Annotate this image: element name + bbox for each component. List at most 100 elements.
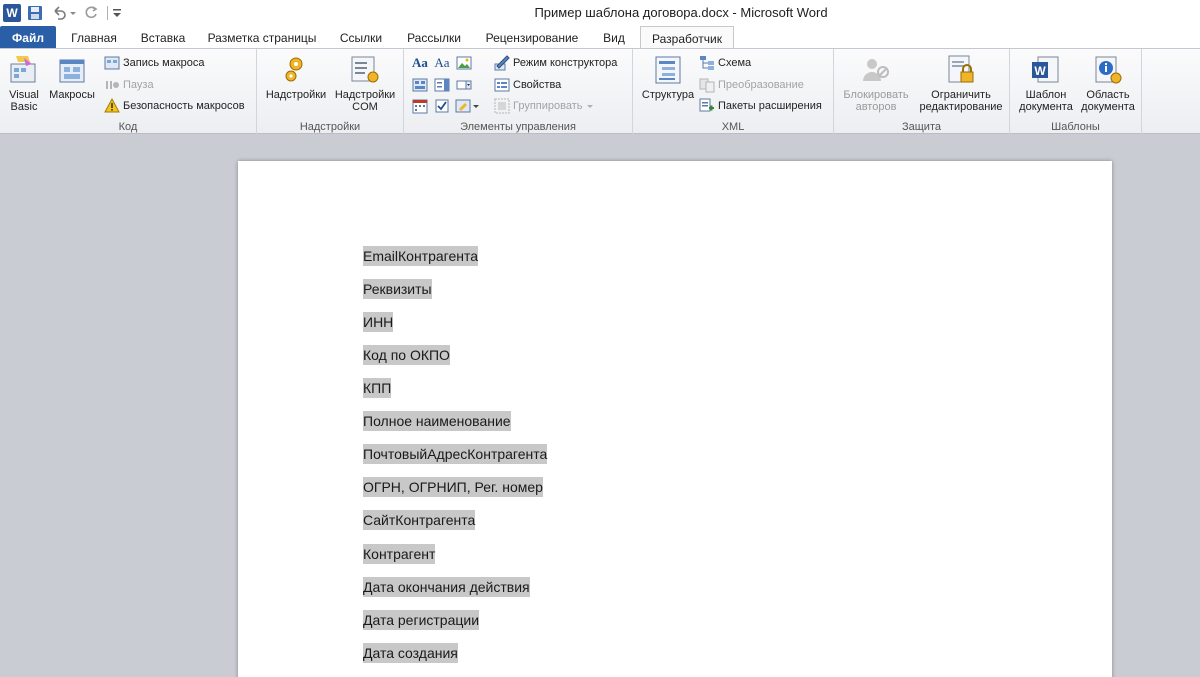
properties-button[interactable]: Свойства xyxy=(494,76,561,94)
group-addins: Надстройки Надстройки COM Надстройки xyxy=(257,49,404,134)
expansion-packs-icon xyxy=(699,98,714,112)
schema-label: Схема xyxy=(718,57,752,69)
macro-security-label: Безопасность макросов xyxy=(123,100,245,112)
group-protect-label: Защита xyxy=(902,121,941,133)
ribbon-tabs: Файл Главная Вставка Разметка страницы С… xyxy=(0,26,1200,50)
pause-icon xyxy=(106,81,119,89)
content-control-field[interactable]: Дата окончания действия xyxy=(363,577,530,597)
tab-view[interactable]: Вид xyxy=(592,26,636,49)
design-mode-label: Режим конструктора xyxy=(513,57,618,69)
restrict-editing-label-1: Ограничить xyxy=(931,89,991,101)
date-picker-control-icon[interactable] xyxy=(411,97,429,115)
group-addins-label: Надстройки xyxy=(299,121,361,133)
content-control-field[interactable]: Дата регистрации xyxy=(363,610,480,630)
macros-label: Макросы xyxy=(49,89,95,101)
block-authors-label-1: Блокировать xyxy=(843,89,909,101)
group-templates: W Шаблон документа Область документа Шаб… xyxy=(1010,49,1142,134)
pause-label: Пауза xyxy=(123,79,154,91)
group-code-label: Код xyxy=(118,121,138,133)
structure-button[interactable]: Структура xyxy=(637,54,699,101)
document-template-label-1: Шаблон xyxy=(1025,89,1067,101)
schema-icon xyxy=(700,56,714,70)
schema-button[interactable]: Схема xyxy=(699,54,751,72)
document-template-button[interactable]: W Шаблон документа xyxy=(1014,54,1078,113)
group-xml: Структура Схема Преобразование Пакеты ра… xyxy=(633,49,834,134)
content-control-field[interactable]: EmailКонтрагента xyxy=(363,246,479,266)
group-templates-label: Шаблоны xyxy=(1051,121,1100,133)
group-protect: Блокировать авторов Ограничить редактиро… xyxy=(834,49,1010,134)
content-control-field[interactable]: ИНН xyxy=(363,312,394,332)
title-bar: W Пример шаблона договора.docx - Microso… xyxy=(0,0,1200,26)
rich-text-control-icon[interactable]: Aa xyxy=(411,54,429,72)
macros-icon xyxy=(59,59,85,83)
com-addins-label-1: Надстройки xyxy=(334,89,396,101)
content-control-field[interactable]: Дата создания xyxy=(363,643,458,663)
content-control-field[interactable]: Реквизиты xyxy=(363,279,432,299)
group-icon xyxy=(494,98,510,114)
document-panel-button[interactable]: Область документа xyxy=(1076,54,1140,113)
document-panel-label-1: Область xyxy=(1086,89,1130,101)
dropdown-list-control-icon[interactable] xyxy=(455,76,473,94)
properties-label: Свойства xyxy=(513,79,562,91)
group-xml-label: XML xyxy=(721,121,745,133)
document-panel-label-2: документа xyxy=(1081,101,1135,113)
lock-document-icon xyxy=(948,55,974,83)
record-macro-icon xyxy=(104,56,120,70)
addins-button[interactable]: Надстройки xyxy=(263,54,329,101)
ribbon: Visual Basic Макросы Запись макроса Пауз… xyxy=(0,48,1200,134)
building-block-control-icon[interactable] xyxy=(411,76,429,94)
tab-review[interactable]: Рецензирование xyxy=(474,26,590,49)
record-macro-button[interactable]: Запись макроса xyxy=(104,54,205,72)
tab-insert[interactable]: Вставка xyxy=(130,26,196,49)
macro-security-button[interactable]: Безопасность макросов xyxy=(104,97,245,115)
restrict-editing-button[interactable]: Ограничить редактирование xyxy=(914,54,1008,113)
tab-page-layout[interactable]: Разметка страницы xyxy=(198,26,326,49)
tab-mailings[interactable]: Рассылки xyxy=(396,26,472,49)
transform-icon xyxy=(699,78,715,93)
macros-button[interactable]: Макросы xyxy=(46,54,98,101)
document-workspace[interactable]: EmailКонтрагента Реквизиты ИНН Код по ОК… xyxy=(0,134,1200,677)
visual-basic-label: Visual Basic xyxy=(9,89,39,113)
group-label: Группировать xyxy=(513,100,583,112)
combo-box-control-icon[interactable] xyxy=(433,76,451,94)
plain-text-control-icon[interactable]: Aa xyxy=(433,54,451,72)
window-title: Пример шаблона договора.docx - Microsoft… xyxy=(534,5,828,20)
document-template-icon: W xyxy=(1032,56,1059,83)
group-button[interactable]: Группировать xyxy=(494,97,594,115)
tab-references[interactable]: Ссылки xyxy=(328,26,394,49)
block-authors-label-2: авторов xyxy=(855,101,897,113)
transform-button[interactable]: Преобразование xyxy=(699,76,804,94)
com-addins-icon xyxy=(351,56,379,83)
restrict-editing-label-2: редактирование xyxy=(919,101,1003,113)
checkbox-control-icon[interactable] xyxy=(433,97,451,115)
svg-text:W: W xyxy=(1034,64,1046,78)
content-control-field[interactable]: ОГРН, ОГРНИП, Рег. номер xyxy=(363,477,543,497)
pause-macro-button[interactable]: Пауза xyxy=(104,76,154,94)
block-authors-button[interactable]: Блокировать авторов xyxy=(838,54,914,113)
expansion-packs-button[interactable]: Пакеты расширения xyxy=(699,97,822,115)
content-control-field[interactable]: Код по ОКПО xyxy=(363,345,450,365)
structure-icon xyxy=(655,56,681,84)
legacy-tools-icon[interactable] xyxy=(455,97,481,115)
document-page[interactable]: EmailКонтрагента Реквизиты ИНН Код по ОК… xyxy=(238,161,1112,677)
block-authors-icon xyxy=(863,59,889,81)
tab-file[interactable]: Файл xyxy=(0,26,56,49)
tab-home[interactable]: Главная xyxy=(60,26,128,49)
warning-icon xyxy=(104,98,120,113)
content-control-field[interactable]: Контрагент xyxy=(363,544,436,564)
group-controls: Aa Aa Режим конструктора Свойства Группи… xyxy=(404,49,633,134)
tab-developer[interactable]: Разработчик xyxy=(640,26,734,50)
document-template-label-2: документа xyxy=(1019,101,1073,113)
content-control-field[interactable]: СайтКонтрагента xyxy=(363,510,476,530)
visual-basic-button[interactable]: Visual Basic xyxy=(4,54,44,113)
group-code: Visual Basic Макросы Запись макроса Пауз… xyxy=(0,49,257,134)
com-addins-button[interactable]: Надстройки COM xyxy=(331,54,399,113)
chevron-down-icon xyxy=(586,105,593,108)
picture-control-icon[interactable] xyxy=(455,54,473,72)
expansion-packs-label: Пакеты расширения xyxy=(718,100,822,112)
visual-basic-icon xyxy=(10,56,36,83)
design-mode-button[interactable]: Режим конструктора xyxy=(494,54,617,72)
content-control-field[interactable]: ПочтовыйАдресКонтрагента xyxy=(363,444,548,464)
content-control-field[interactable]: КПП xyxy=(363,378,392,398)
content-control-field[interactable]: Полное наименование xyxy=(363,411,511,431)
